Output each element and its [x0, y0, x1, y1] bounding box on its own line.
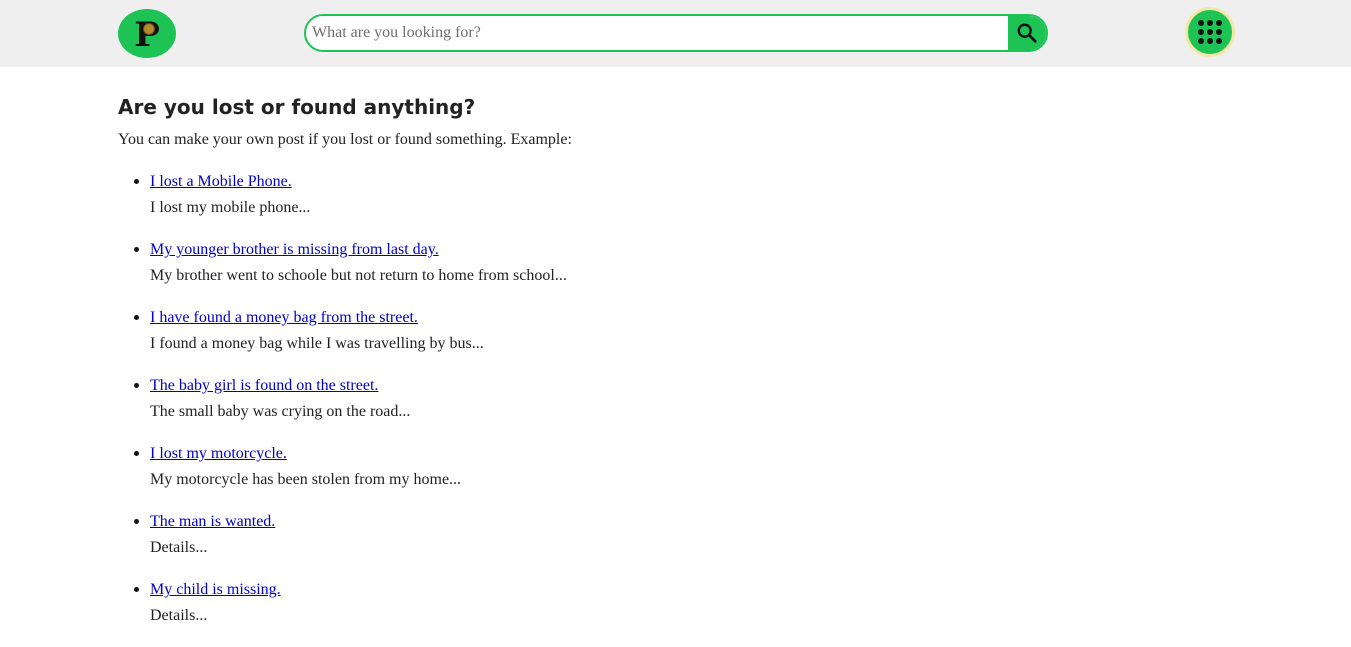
list-item: The baby girl is found on the street. Th… [118, 375, 567, 443]
search-icon [1017, 23, 1037, 43]
page-title: Are you lost or found anything? [118, 95, 476, 119]
list-item: I lost my motorcycle. My motorcycle has … [118, 443, 567, 511]
post-link[interactable]: I have found a money bag from the street… [150, 307, 418, 329]
post-link[interactable]: I lost a Mobile Phone. [150, 171, 292, 193]
post-description: Details... [150, 607, 208, 624]
search-button[interactable] [1008, 16, 1046, 50]
top-bar: P [0, 0, 1351, 67]
list-item: My younger brother is missing from last … [118, 239, 567, 307]
post-description: I lost my mobile phone... [150, 199, 311, 216]
post-link[interactable]: The man is wanted. [150, 511, 275, 533]
post-description: Details... [150, 539, 208, 556]
list-item: I lost a Mobile Phone. I lost my mobile … [118, 171, 567, 239]
apps-grid-icon [1198, 20, 1204, 26]
post-link[interactable]: My younger brother is missing from last … [150, 239, 439, 261]
apps-menu-button[interactable] [1185, 7, 1235, 57]
list-item: The man is wanted. Details... [118, 511, 567, 579]
main-content: Are you lost or found anything? You can … [118, 93, 1218, 624]
search-input[interactable] [306, 16, 1008, 50]
post-link[interactable]: The baby girl is found on the street. [150, 375, 378, 397]
post-description: My brother went to schoole but not retur… [150, 267, 567, 284]
search-bar [304, 14, 1048, 52]
list-item: My child is missing. Details... [118, 579, 567, 647]
intro-text: You can make your own post if you lost o… [118, 131, 572, 148]
post-description: My motorcycle has been stolen from my ho… [150, 471, 462, 488]
post-link[interactable]: My child is missing. [150, 579, 281, 601]
post-link[interactable]: I lost my motorcycle. [150, 443, 287, 465]
post-description: I found a money bag while I was travelli… [150, 335, 484, 352]
example-posts-list: I lost a Mobile Phone. I lost my mobile … [118, 171, 567, 647]
site-logo[interactable]: P [118, 9, 176, 58]
list-item: I have found a money bag from the street… [118, 307, 567, 375]
post-description: The small baby was crying on the road... [150, 403, 411, 420]
logo-emblem-icon [143, 23, 155, 35]
